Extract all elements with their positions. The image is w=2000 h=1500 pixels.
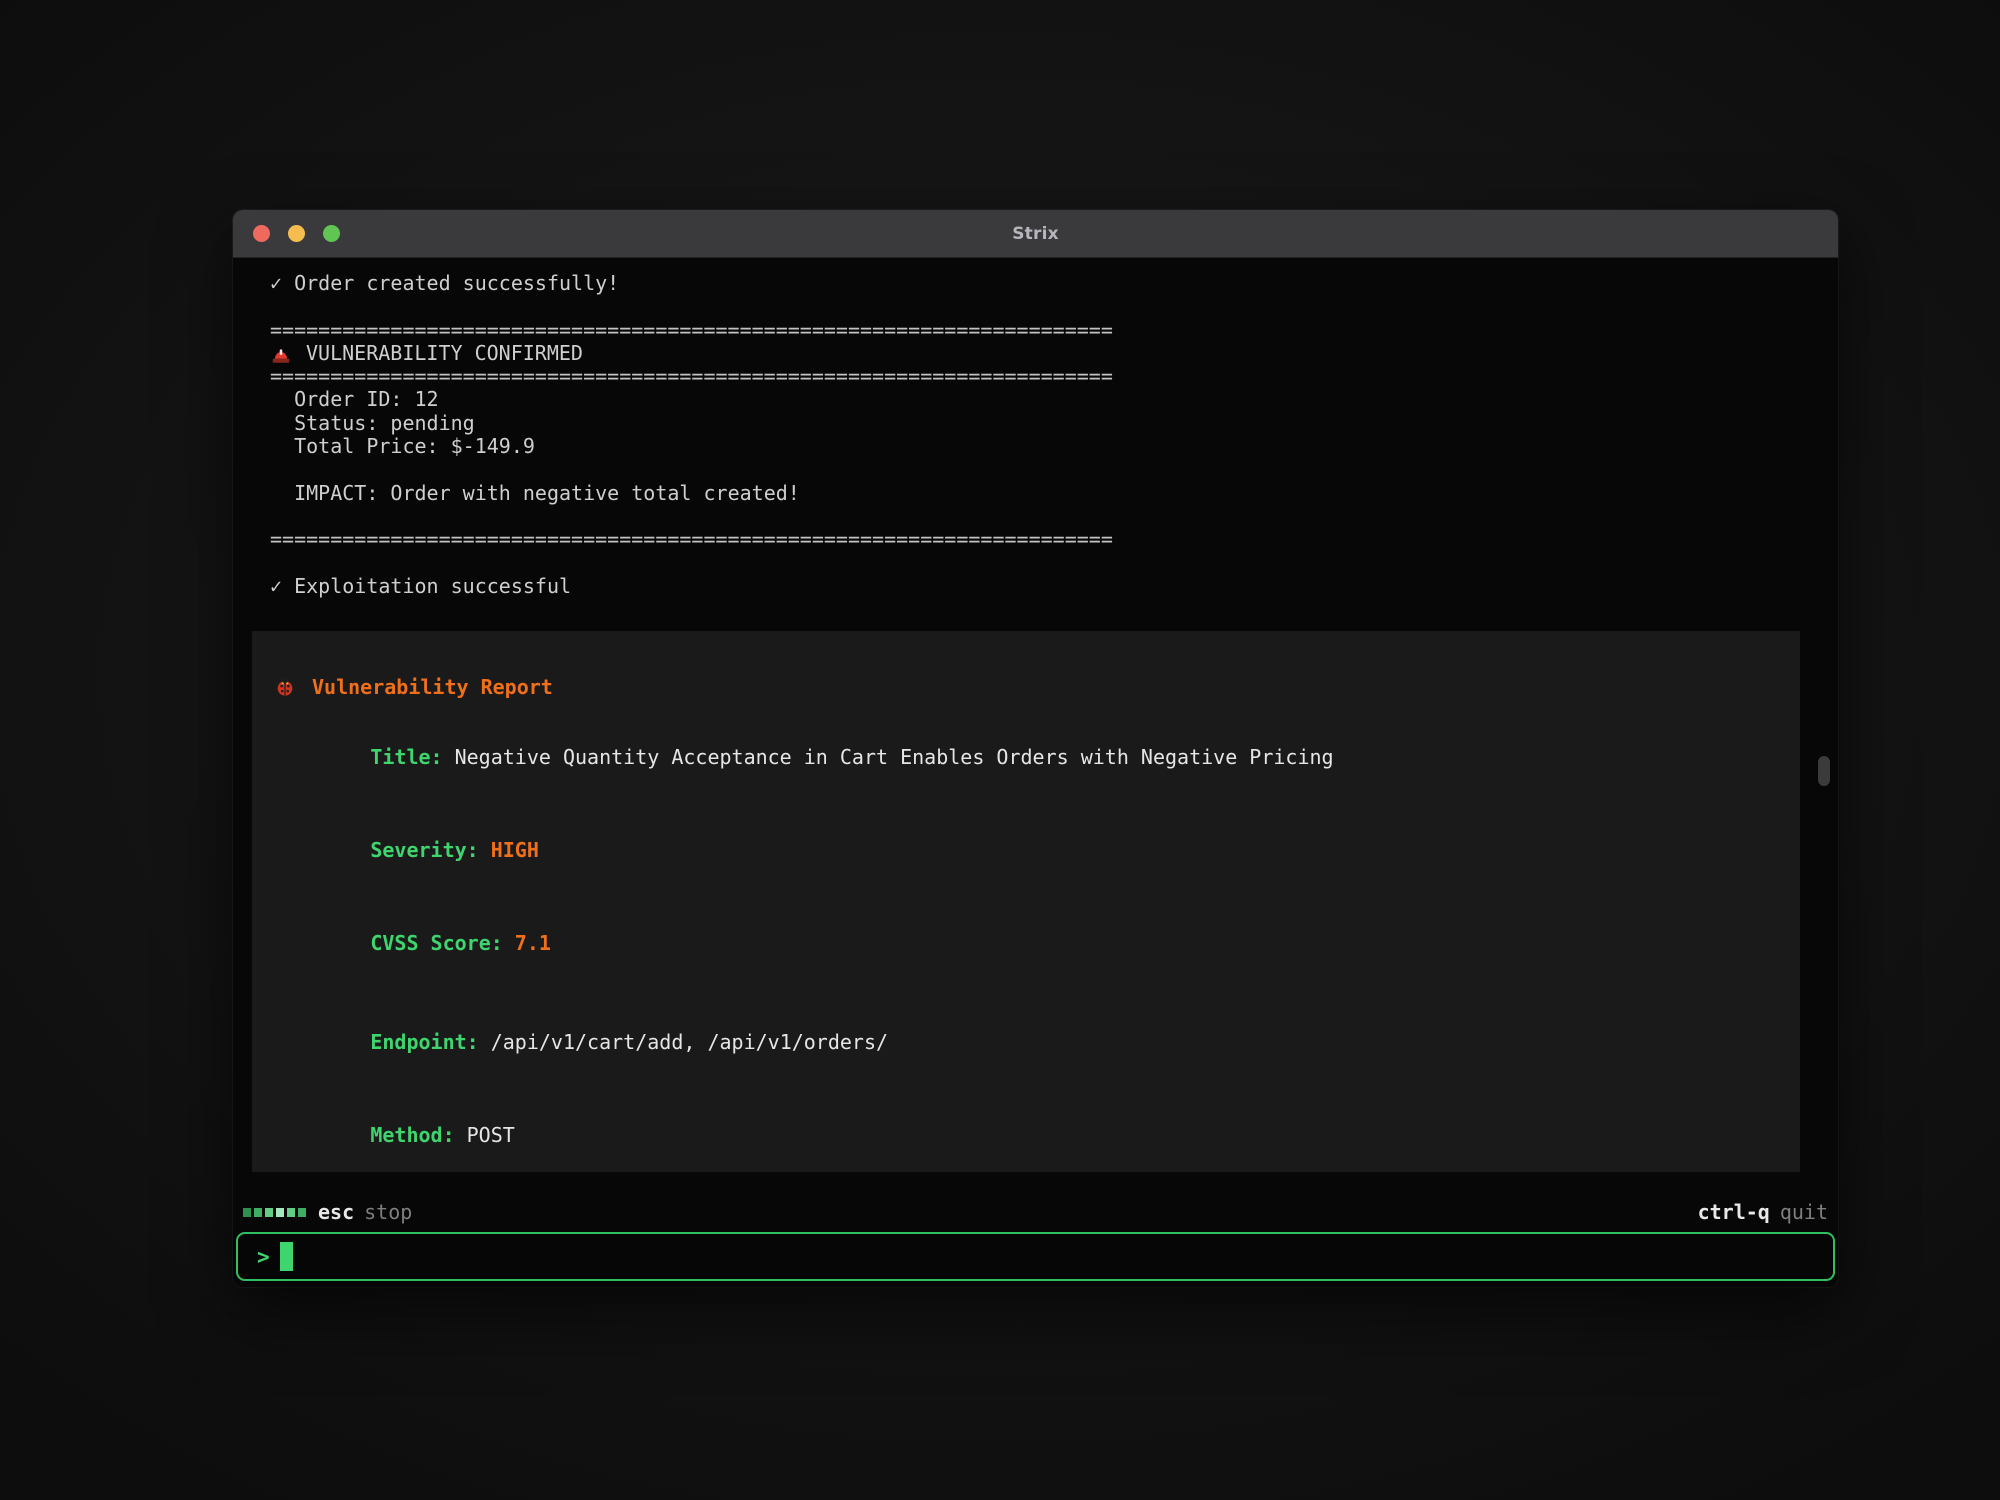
bug-icon [274,676,296,698]
order-id-line: Order ID: 12 [270,388,1838,411]
separator-line: ========================================… [270,528,1838,551]
total-price-line: Total Price: $-149.9 [270,435,1838,458]
separator-line: ========================================… [270,319,1838,342]
order-success-line: ✓ Order created successfully! [270,272,1838,295]
ctrl-q-quit-hint[interactable]: ctrl-q quit [1698,1200,1828,1224]
command-input[interactable]: > [236,1232,1835,1281]
input-area: > [233,1230,1838,1287]
report-title: Vulnerability Report [312,675,553,699]
activity-spinner [243,1208,306,1217]
separator-line: ========================================… [270,365,1838,388]
exploitation-success-line: ✓ Exploitation successful [270,575,1838,598]
status-bar: esc stop ctrl-q quit [233,1194,1838,1230]
report-heading-row: Vulnerability Report [274,675,1778,699]
scrollbar-thumb[interactable] [1818,756,1830,786]
impact-line: IMPACT: Order with negative total create… [270,482,1838,505]
app-window: Strix ✓ Order created successfully! ====… [233,210,1838,1287]
vulnerability-confirmed-text: VULNERABILITY CONFIRMED [306,342,583,365]
esc-stop-hint[interactable]: esc stop [318,1200,412,1224]
field-endpoint: Endpoint:/api/v1/cart/add, /api/v1/order… [274,1008,1778,1078]
field-cvss-score: CVSS Score:7.1 [274,909,1778,979]
vulnerability-confirmed-row: VULNERABILITY CONFIRMED [270,342,1838,365]
siren-icon [270,343,292,365]
status-line: Status: pending [270,412,1838,435]
field-severity: Severity:HIGH [274,816,1778,886]
titlebar[interactable]: Strix [233,210,1838,258]
cvss-score-value: 7.1 [515,931,551,955]
text-cursor [280,1242,293,1271]
window-title: Strix [233,224,1838,244]
terminal-scroll-region[interactable]: ✓ Order created successfully! ==========… [233,258,1838,1194]
prompt-chevron: > [257,1245,270,1269]
field-title: Title:Negative Quantity Acceptance in Ca… [274,722,1778,792]
vulnerability-report-panel: Vulnerability Report Title:Negative Quan… [252,631,1800,1172]
severity-badge: HIGH [491,838,539,862]
field-method: Method:POST [274,1101,1778,1171]
